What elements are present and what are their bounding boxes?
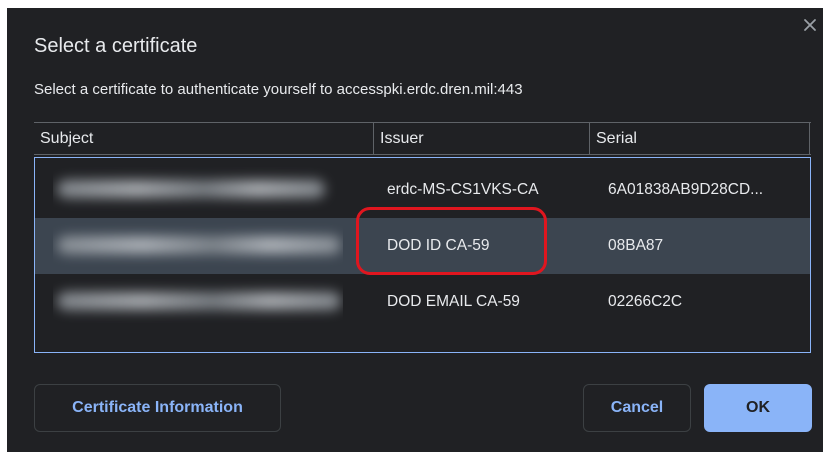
serial-cell: 02266C2C (608, 293, 683, 310)
table-body: erdc-MS-CS1VKS-CA 6A01838AB9D28CD... DOD… (34, 157, 811, 353)
column-header-subject[interactable]: Subject (34, 123, 373, 154)
column-header-serial[interactable]: Serial (589, 123, 811, 154)
ok-button[interactable]: OK (704, 384, 812, 432)
redacted-text (57, 236, 341, 254)
certificate-information-button[interactable]: Certificate Information (34, 384, 281, 432)
table-row[interactable]: DOD EMAIL CA-59 02266C2C (35, 274, 810, 330)
dialog-subtitle: Select a certificate to authenticate you… (34, 81, 523, 98)
certificate-table: Subject Issuer Serial erdc-MS-CS1VKS-CA … (34, 122, 811, 353)
column-divider (809, 123, 811, 154)
close-icon[interactable] (803, 18, 817, 32)
dialog-title: Select a certificate (34, 35, 198, 57)
column-header-issuer[interactable]: Issuer (373, 123, 589, 154)
issuer-cell: erdc-MS-CS1VKS-CA (387, 181, 539, 198)
certificate-dialog: Select a certificate Select a certificat… (7, 8, 823, 452)
serial-cell: 6A01838AB9D28CD... (608, 181, 764, 198)
redacted-text (57, 292, 341, 310)
issuer-cell: DOD ID CA-59 (387, 237, 490, 254)
subject-cell-redacted (53, 218, 343, 274)
serial-cell: 08BA87 (608, 237, 664, 254)
issuer-cell: DOD EMAIL CA-59 (387, 293, 520, 310)
redacted-text (57, 180, 325, 198)
table-row-selected[interactable]: DOD ID CA-59 08BA87 (35, 218, 810, 274)
table-header: Subject Issuer Serial (34, 122, 811, 155)
subject-cell-redacted (53, 162, 343, 218)
cancel-button[interactable]: Cancel (583, 384, 691, 432)
subject-cell-redacted (53, 274, 343, 330)
table-row[interactable]: erdc-MS-CS1VKS-CA 6A01838AB9D28CD... (35, 162, 810, 218)
